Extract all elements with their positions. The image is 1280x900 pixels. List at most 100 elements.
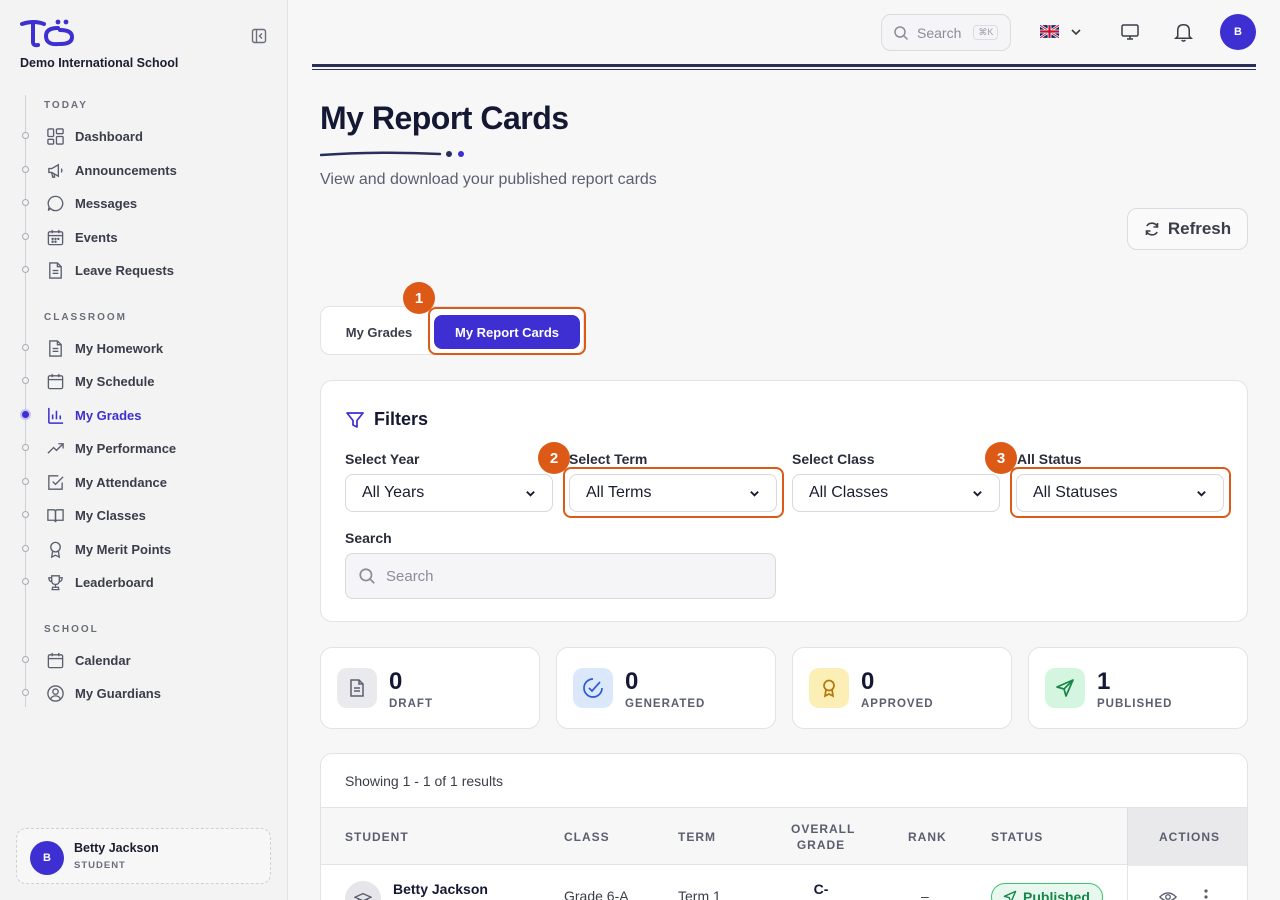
sidebar-item-label: Leave Requests	[75, 262, 174, 278]
filters-card: Filters Select Year All Years Select Ter…	[320, 380, 1248, 622]
refresh-label: Refresh	[1167, 219, 1232, 238]
stat-card-published: 1 PUBLISHED	[1028, 647, 1248, 729]
avatar[interactable]: B	[1220, 14, 1256, 50]
calendar-icon	[47, 229, 64, 245]
filters-header: Filters	[345, 409, 428, 430]
section-label-classroom: CLASSROOM	[44, 312, 127, 323]
stat-label: PUBLISHED	[1097, 698, 1173, 710]
search-input-placeholder: Search	[386, 567, 434, 585]
chevron-down-icon	[973, 490, 982, 497]
column-header-student: STUDENT	[345, 830, 409, 844]
school-logo[interactable]	[20, 18, 76, 48]
column-header-overall: OVERALL	[791, 822, 856, 836]
nav-dot	[22, 478, 29, 485]
sidebar-item-label: My Grades	[75, 407, 142, 423]
table-header: STUDENT CLASS TERM OVERALL GRADE RANK ST…	[321, 807, 1247, 866]
page-subtitle: View and download your published report …	[320, 171, 657, 188]
monitor-icon[interactable]	[1120, 22, 1140, 42]
filters-title: Filters	[374, 409, 429, 429]
bell-icon[interactable]	[1172, 20, 1195, 43]
nav-dot	[22, 656, 29, 663]
school-name: Demo International School	[20, 56, 179, 70]
sidebar-item-label: My Attendance	[75, 474, 167, 490]
global-search[interactable]: Search ⌘K	[881, 14, 1011, 51]
collapse-sidebar-icon[interactable]	[251, 28, 267, 44]
eye-icon[interactable]	[1159, 890, 1177, 900]
select-term-dropdown[interactable]: All Terms	[569, 474, 777, 512]
row-student-name[interactable]: Betty Jackson	[393, 881, 488, 897]
sidebar-item-my-performance[interactable]: My Performance	[46, 436, 176, 460]
chevron-down-icon[interactable]	[1070, 26, 1082, 38]
uk-flag-icon[interactable]	[1040, 25, 1059, 38]
sidebar-item-label: Dashboard	[75, 128, 143, 144]
sidebar-item-label: Calendar	[75, 652, 131, 668]
sidebar-item-my-attendance[interactable]: My Attendance	[46, 470, 167, 494]
nav-dot	[22, 199, 29, 206]
stat-card-approved: 0 APPROVED	[792, 647, 1012, 729]
section-label-today: TODAY	[44, 100, 88, 111]
sidebar-item-my-merit-points[interactable]: My Merit Points	[46, 537, 171, 561]
sidebar-item-dashboard[interactable]: Dashboard	[46, 124, 143, 148]
sidebar-item-messages[interactable]: Messages	[46, 191, 137, 215]
row-rank: –	[921, 888, 929, 900]
user-circle-icon	[47, 684, 64, 702]
refresh-button[interactable]: Refresh	[1127, 208, 1248, 250]
status-badge-label: Published	[1023, 889, 1090, 900]
stat-value: 0	[861, 668, 875, 695]
sidebar-item-my-guardians[interactable]: My Guardians	[46, 681, 161, 705]
status-dropdown[interactable]: All Statuses	[1016, 474, 1224, 512]
avatar: B	[30, 841, 64, 875]
more-vertical-icon[interactable]	[1203, 888, 1209, 900]
nav-dot	[22, 377, 29, 384]
search-shortcut: ⌘K	[973, 25, 999, 40]
sidebar-item-my-grades[interactable]: My Grades	[46, 403, 141, 427]
send-icon	[1045, 668, 1085, 708]
calendar-icon	[47, 373, 64, 389]
award-icon	[50, 541, 61, 558]
stat-card-generated: 0 GENERATED	[556, 647, 776, 729]
column-header-grade: GRADE	[796, 838, 846, 852]
tab-my-grades[interactable]: My Grades	[333, 315, 425, 349]
results-count: Showing 1 - 1 of 1 results	[345, 773, 503, 789]
check-badge-icon	[573, 668, 613, 708]
checkbox-icon	[48, 474, 64, 490]
select-class-dropdown[interactable]: All Classes	[792, 474, 1000, 512]
chevron-down-icon	[1197, 490, 1206, 497]
sidebar-item-events[interactable]: Events	[46, 225, 118, 249]
sidebar-item-label: My Homework	[75, 340, 164, 356]
filter-icon	[346, 411, 364, 428]
select-class-value: All Classes	[809, 484, 889, 501]
column-header-term: TERM	[678, 830, 716, 844]
sidebar-item-calendar[interactable]: Calendar	[46, 648, 131, 672]
select-term-label: Select Term	[569, 451, 648, 467]
nav-dot	[22, 578, 29, 585]
sidebar-item-my-classes[interactable]: My Classes	[46, 503, 146, 527]
nav-dot	[22, 132, 29, 139]
sidebar-item-my-schedule[interactable]: My Schedule	[46, 369, 154, 393]
nav-dot	[22, 444, 29, 451]
sidebar-item-my-homework[interactable]: My Homework	[46, 336, 163, 360]
student-avatar	[345, 881, 381, 900]
sidebar: Demo International School TODAY CLASSROO…	[0, 0, 288, 900]
column-header-class: CLASS	[564, 830, 610, 844]
sidebar-item-label: Announcements	[75, 162, 177, 178]
sidebar-item-label: My Merit Points	[75, 541, 172, 557]
sidebar-item-label: Leaderboard	[75, 574, 154, 590]
select-year-label: Select Year	[345, 451, 420, 467]
current-user-card[interactable]: B Betty Jackson STUDENT	[16, 828, 271, 884]
sidebar-item-label: My Schedule	[75, 373, 155, 389]
award-icon	[809, 668, 849, 708]
trend-up-icon	[47, 442, 64, 454]
sidebar-item-announcements[interactable]: Announcements	[46, 158, 177, 182]
select-year-dropdown[interactable]: All Years	[345, 474, 553, 512]
sidebar-item-leaderboard[interactable]: Leaderboard	[46, 570, 154, 594]
sidebar-item-leave-requests[interactable]: Leave Requests	[46, 258, 174, 282]
document-icon	[49, 339, 62, 357]
search-input[interactable]: Search	[345, 553, 776, 599]
refresh-icon	[1145, 222, 1159, 236]
tab-my-report-cards[interactable]: My Report Cards	[434, 315, 580, 349]
column-header-rank: RANK	[908, 830, 947, 844]
user-name: Betty Jackson	[74, 841, 159, 855]
trophy-icon	[48, 574, 63, 590]
tab-group: My Grades My Report Cards	[320, 306, 584, 355]
